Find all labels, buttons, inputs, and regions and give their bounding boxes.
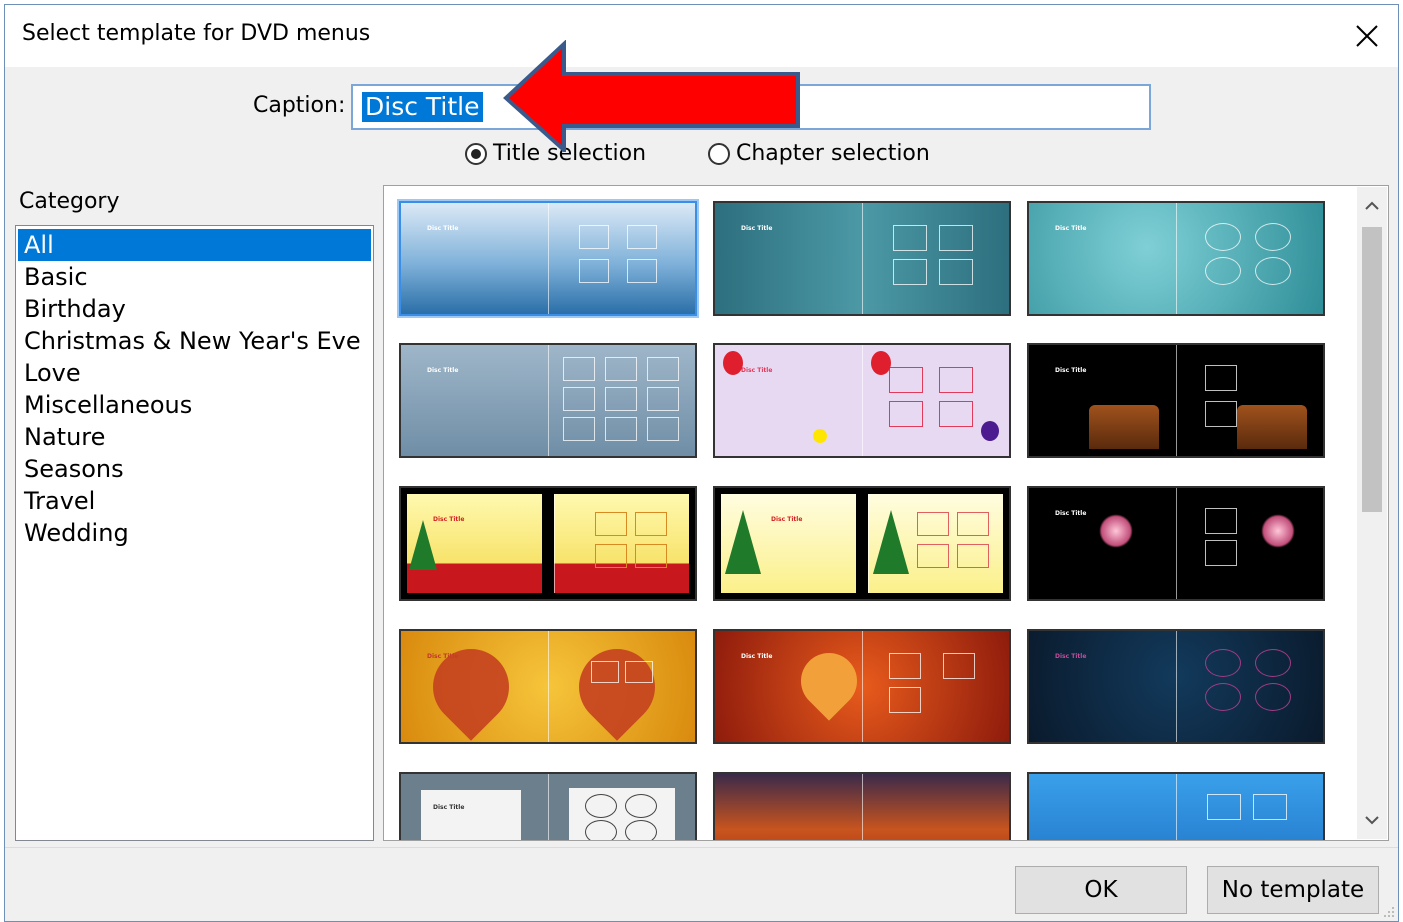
scrollbar-thumb[interactable] xyxy=(1362,227,1382,512)
caption-label: Caption: xyxy=(253,93,346,118)
template-thumb-grey-frames[interactable]: Disc Title xyxy=(399,772,697,840)
template-title: Disc Title xyxy=(1055,367,1087,374)
chevron-up-icon xyxy=(1365,201,1379,210)
no-template-button[interactable]: No template xyxy=(1207,866,1379,914)
template-thumb-birthday-cake[interactable]: Disc Title xyxy=(1027,343,1325,458)
template-title: Disc Title xyxy=(427,225,459,232)
template-thumb-fireworks[interactable]: Disc Title xyxy=(1027,486,1325,601)
template-thumb-dark-blue-swirl[interactable]: Disc Title xyxy=(1027,629,1325,744)
radio-checked-icon xyxy=(465,142,487,165)
template-thumb-blue-waves[interactable]: Disc Title xyxy=(399,201,697,316)
close-icon xyxy=(1356,25,1378,47)
category-item-basic[interactable]: Basic xyxy=(18,261,371,293)
resize-grip-icon[interactable] xyxy=(1382,905,1396,919)
template-thumb-balloons[interactable]: Disc Title xyxy=(713,343,1011,458)
template-thumb-orange-sky[interactable] xyxy=(713,772,1011,840)
category-item-seasons[interactable]: Seasons xyxy=(18,453,371,485)
template-title: Disc Title xyxy=(427,367,459,374)
template-thumb-christmas-red[interactable]: Disc Title xyxy=(399,486,697,601)
category-item-christmas[interactable]: Christmas & New Year's Eve xyxy=(18,325,371,357)
button-bar-separator xyxy=(5,847,1398,850)
template-thumb-love-gold-heart[interactable]: Disc Title xyxy=(399,629,697,744)
category-item-love[interactable]: Love xyxy=(18,357,371,389)
scroll-down-button[interactable] xyxy=(1357,805,1387,835)
template-title: Disc Title xyxy=(741,367,773,374)
template-thumb-teal-stripes[interactable]: Disc Title xyxy=(713,201,1011,316)
chevron-down-icon xyxy=(1365,816,1379,825)
category-item-travel[interactable]: Travel xyxy=(18,485,371,517)
template-title: Disc Title xyxy=(1055,510,1087,517)
template-grid: Disc Title Disc Title Disc Title Disc Ti… xyxy=(383,185,1389,841)
template-title: Disc Title xyxy=(433,804,465,811)
category-item-wedding[interactable]: Wedding xyxy=(18,517,371,549)
category-item-miscellaneous[interactable]: Miscellaneous xyxy=(18,389,371,421)
template-thumb-grey-blue[interactable]: Disc Title xyxy=(399,343,697,458)
close-button[interactable] xyxy=(1346,15,1388,57)
template-title: Disc Title xyxy=(771,516,803,523)
caption-value: Disc Title xyxy=(362,92,483,122)
dialog-title: Select template for DVD menus xyxy=(22,21,371,46)
category-label: Category xyxy=(19,189,120,214)
annotation-arrow-icon xyxy=(503,40,800,152)
template-thumb-christmas-yellow[interactable]: Disc Title xyxy=(713,486,1011,601)
template-title: Disc Title xyxy=(741,653,773,660)
ok-button[interactable]: OK xyxy=(1015,866,1187,914)
template-title: Disc Title xyxy=(741,225,773,232)
category-item-nature[interactable]: Nature xyxy=(18,421,371,453)
template-title: Disc Title xyxy=(433,516,465,523)
template-thumb-aqua-clouds[interactable]: Disc Title xyxy=(1027,201,1325,316)
category-item-birthday[interactable]: Birthday xyxy=(18,293,371,325)
template-thumb-love-red-heart[interactable]: Disc Title xyxy=(713,629,1011,744)
scroll-up-button[interactable] xyxy=(1357,191,1387,221)
template-thumb-blue-skyline[interactable] xyxy=(1027,772,1325,840)
template-title: Disc Title xyxy=(1055,225,1087,232)
category-item-all[interactable]: All xyxy=(18,229,371,261)
template-scrollbar[interactable] xyxy=(1357,187,1387,839)
template-title: Disc Title xyxy=(1055,653,1087,660)
category-list[interactable]: All Basic Birthday Christmas & New Year'… xyxy=(15,225,374,841)
